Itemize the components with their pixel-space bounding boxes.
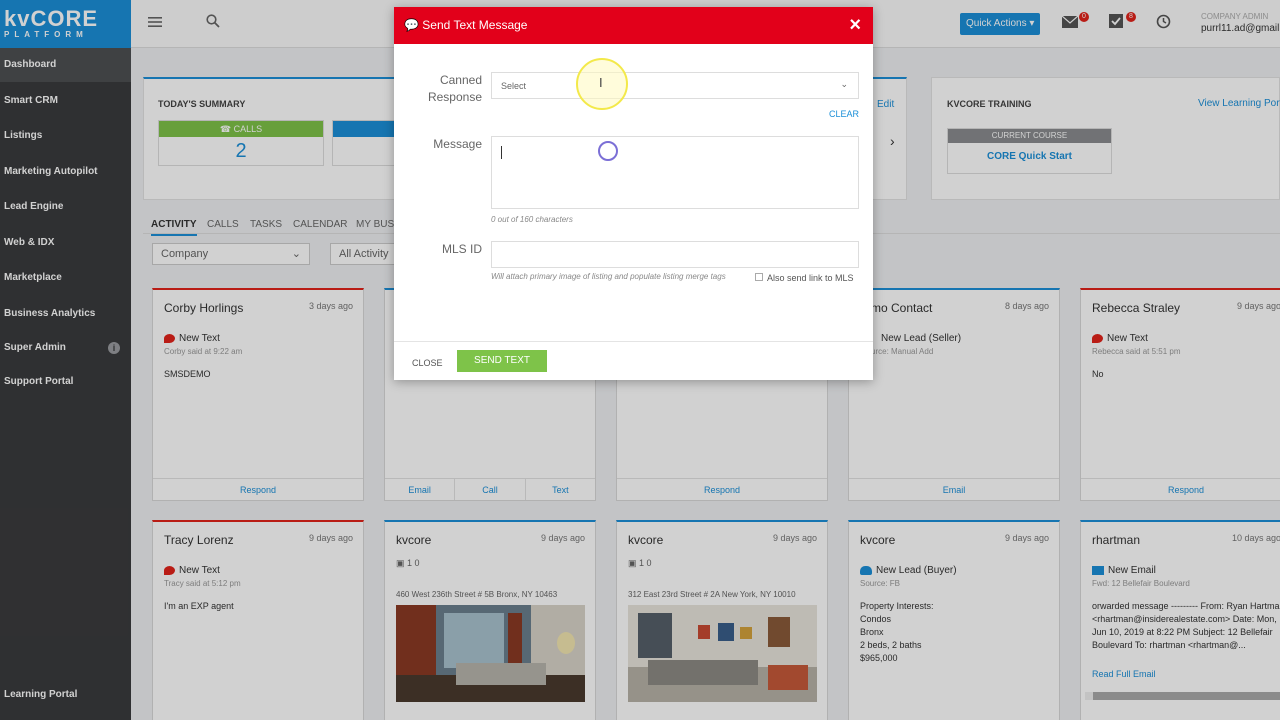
send-text-message-modal: 💬 Send Text Message × Canned Response Se… [394,7,873,380]
text-cursor-icon: I [599,75,603,90]
also-send-link-checkbox[interactable] [755,273,763,281]
clear-button[interactable]: CLEAR [829,109,859,119]
text-cursor [501,146,502,159]
also-send-link-label: Also send link to MLS [767,273,854,283]
modal-title: Send Text Message [422,18,528,32]
loading-spinner-icon [598,141,618,161]
chevron-down-icon: ⌄ [840,79,848,89]
mls-hint: Will attach primary image of listing and… [491,272,726,281]
canned-label-line1: Canned [439,73,482,87]
close-button[interactable]: CLOSE [412,358,443,368]
modal-footer: CLOSE SEND TEXT [394,341,873,380]
canned-response-label: Canned Response [428,72,482,106]
canned-response-select[interactable]: Select ⌄ [491,72,859,99]
character-count: 0 out of 160 characters [491,215,573,224]
message-textarea[interactable] [491,136,859,209]
mls-id-input[interactable] [491,241,859,268]
close-icon[interactable]: × [849,15,861,35]
mls-id-label: MLS ID [441,242,482,256]
canned-label-line2: Response [427,90,482,104]
message-label: Message [433,137,482,151]
modal-header: 💬 Send Text Message [394,7,873,44]
send-text-button[interactable]: SEND TEXT [457,350,547,372]
chat-icon: 💬 [404,18,419,32]
select-placeholder: Select [501,81,527,91]
